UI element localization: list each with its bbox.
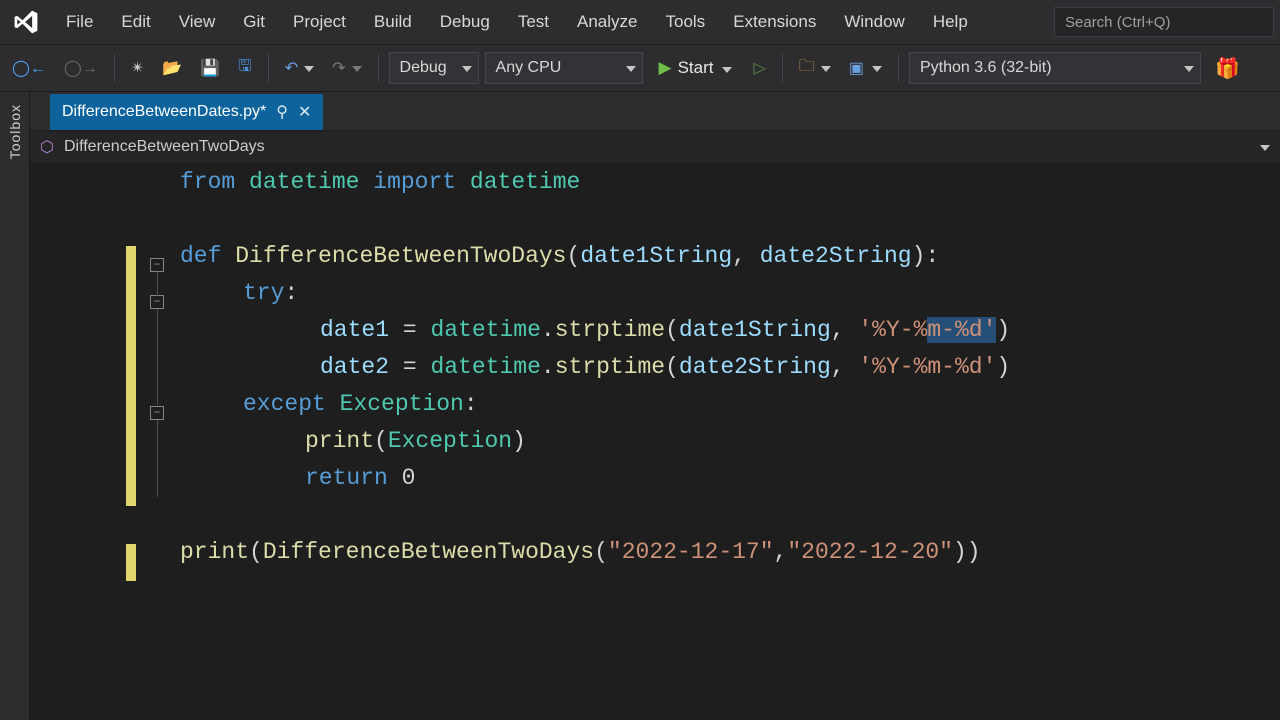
save-all-button[interactable]: 🖫 [232, 51, 258, 86]
interpreter-label: Python 3.6 (32-bit) [920, 59, 1052, 77]
chevron-down-icon[interactable] [1260, 138, 1270, 156]
start-button[interactable]: ▶ Start [649, 54, 742, 82]
menu-analyze[interactable]: Analyze [563, 6, 651, 38]
platform-dropdown[interactable]: Any CPU [485, 52, 643, 84]
gutter [120, 172, 180, 720]
change-marker [126, 246, 136, 506]
undo-button[interactable]: ↶ [279, 54, 320, 82]
open-folder-button[interactable]: 🗀 [793, 51, 837, 86]
fold-toggle[interactable] [150, 258, 164, 272]
menu-tools[interactable]: Tools [652, 6, 720, 38]
close-icon[interactable]: ✕ [298, 102, 311, 122]
chevron-down-icon [821, 59, 831, 77]
nav-symbol: DifferenceBetweenTwoDays [64, 138, 265, 156]
menu-edit[interactable]: Edit [107, 6, 164, 38]
menu-bar: File Edit View Git Project Build Debug T… [0, 0, 1280, 44]
code-editor[interactable]: from datetime import datetime def Differ… [30, 164, 1280, 720]
config-dropdown[interactable]: Debug [389, 52, 479, 84]
nav-forward-button[interactable]: ◯→ [58, 54, 104, 82]
fold-line [157, 272, 158, 296]
menu-build[interactable]: Build [360, 6, 426, 38]
editor-area: DifferenceBetweenDates.py* ⚲ ✕ ⬡ Differe… [30, 92, 1280, 720]
menu-git[interactable]: Git [229, 6, 279, 38]
vs-logo-icon [10, 6, 42, 38]
selection: m-%d' [927, 317, 996, 343]
redo-button[interactable]: ↷ [326, 54, 367, 82]
interpreter-dropdown[interactable]: Python 3.6 (32-bit) [909, 52, 1201, 84]
editor-tab-active[interactable]: DifferenceBetweenDates.py* ⚲ ✕ [50, 94, 323, 130]
fold-line [157, 420, 158, 497]
code-line: except Exception: [243, 386, 478, 423]
chevron-down-icon [872, 59, 882, 77]
start-label: Start [678, 58, 714, 78]
search-placeholder: Search (Ctrl+Q) [1065, 14, 1170, 31]
code-line: return 0 [305, 460, 415, 497]
fold-toggle[interactable] [150, 295, 164, 309]
chevron-down-icon [304, 59, 314, 77]
change-marker [126, 544, 136, 581]
code-line: from datetime import datetime [180, 164, 580, 201]
chevron-down-icon [462, 59, 472, 77]
code-line: date2 = datetime.strptime(date2String, '… [320, 349, 1010, 386]
menu-file[interactable]: File [52, 6, 107, 38]
chevron-down-icon [722, 58, 732, 78]
menu-extensions[interactable]: Extensions [719, 6, 830, 38]
menu-debug[interactable]: Debug [426, 6, 504, 38]
tab-title: DifferenceBetweenDates.py* [62, 103, 266, 121]
code-line: print(DifferenceBetweenTwoDays("2022-12-… [180, 534, 981, 571]
config-label: Debug [400, 59, 447, 77]
chevron-down-icon [1184, 59, 1194, 77]
tab-strip: DifferenceBetweenDates.py* ⚲ ✕ [30, 92, 1280, 130]
chevron-down-icon [352, 59, 362, 77]
separator [378, 54, 379, 82]
nav-back-button[interactable]: ◯← [6, 54, 52, 82]
toolbar: ◯← ◯→ ✴ 📂 💾 🖫 ↶ ↷ Debug Any CPU ▶ Start … [0, 44, 1280, 92]
fold-line [157, 309, 158, 405]
start-without-debug-button[interactable]: ▷ [748, 54, 772, 82]
play-icon: ▶ [659, 58, 672, 78]
gift-icon[interactable]: 🎁 [1215, 56, 1240, 81]
chevron-down-icon [626, 59, 636, 77]
platform-label: Any CPU [496, 59, 562, 77]
search-input[interactable]: Search (Ctrl+Q) [1054, 7, 1274, 37]
navigation-bar[interactable]: ⬡ DifferenceBetweenTwoDays [30, 130, 1280, 164]
pin-icon[interactable]: ⚲ [276, 102, 288, 122]
separator [782, 54, 783, 82]
menu-project[interactable]: Project [279, 6, 360, 38]
code-line: print(Exception) [305, 423, 526, 460]
separator [268, 54, 269, 82]
code-line: try: [243, 275, 298, 312]
separator [898, 54, 899, 82]
save-button[interactable]: 💾 [194, 54, 226, 82]
code-line: date1 = datetime.strptime(date1String, '… [320, 312, 1010, 349]
open-button[interactable]: 📂 [156, 54, 188, 82]
toolbox-label: Toolbox [7, 104, 23, 159]
menu-window[interactable]: Window [830, 6, 918, 38]
environment-button[interactable]: ▣ [843, 54, 888, 82]
new-item-button[interactable]: ✴ [125, 54, 150, 82]
menu-help[interactable]: Help [919, 6, 982, 38]
fold-toggle[interactable] [150, 406, 164, 420]
separator [114, 54, 115, 82]
menu-test[interactable]: Test [504, 6, 563, 38]
toolbox-sidebar[interactable]: Toolbox [0, 92, 30, 720]
menu-view[interactable]: View [165, 6, 230, 38]
module-icon: ⬡ [40, 137, 54, 157]
code-line: def DifferenceBetweenTwoDays(date1String… [180, 238, 939, 275]
